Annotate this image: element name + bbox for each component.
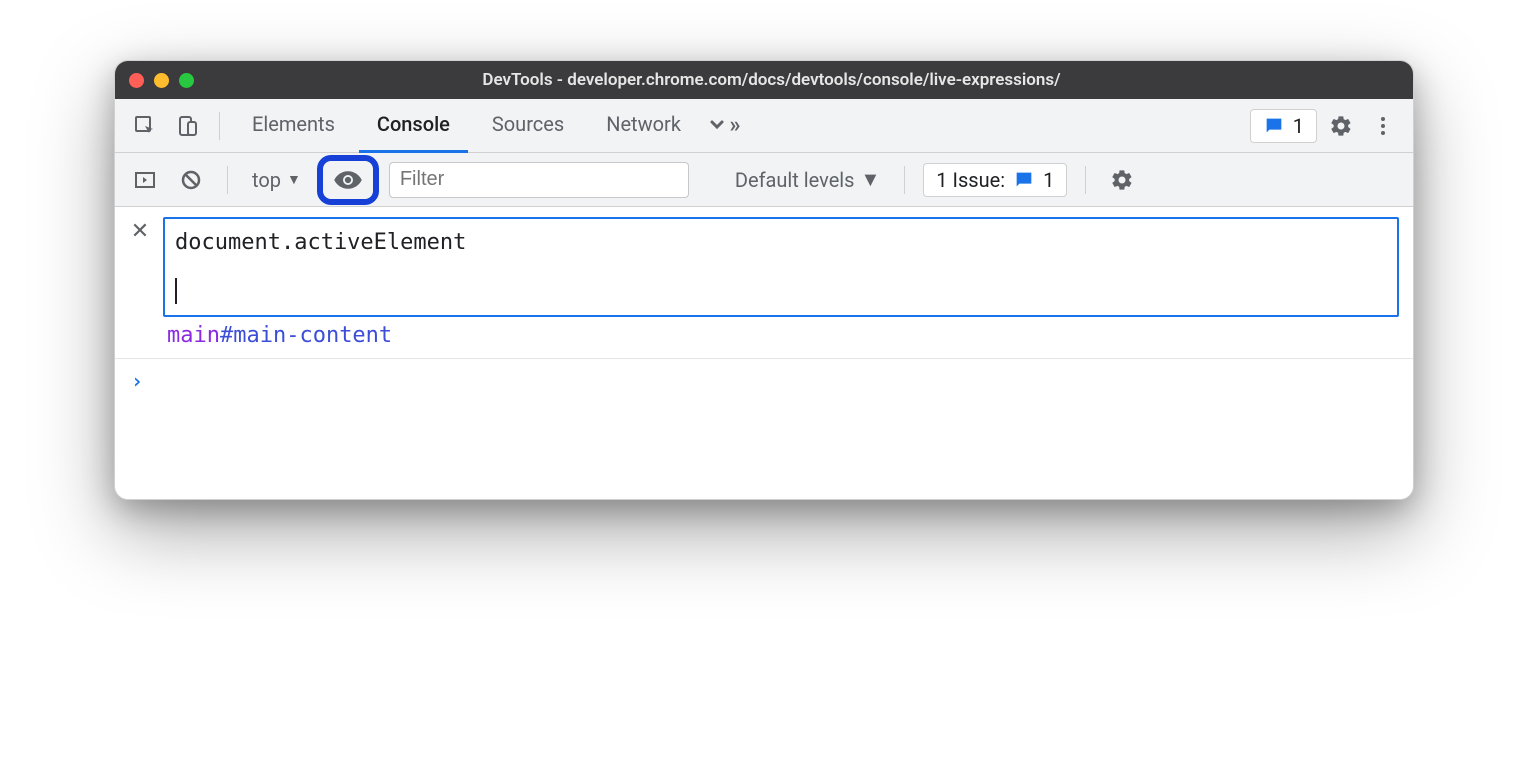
console-prompt[interactable]: › bbox=[115, 359, 1413, 499]
console-settings-icon[interactable] bbox=[1104, 162, 1140, 198]
settings-icon[interactable] bbox=[1323, 108, 1359, 144]
window-zoom-button[interactable] bbox=[179, 73, 194, 88]
context-selector[interactable]: top ▼ bbox=[246, 168, 307, 192]
separator bbox=[904, 166, 905, 194]
messages-count: 1 bbox=[1293, 114, 1304, 138]
live-expression-button[interactable] bbox=[317, 155, 379, 205]
separator bbox=[227, 166, 228, 194]
live-expression-input[interactable]: document.activeElement bbox=[163, 217, 1399, 317]
issues-chip[interactable]: 1 Issue: 1 bbox=[923, 163, 1067, 197]
message-icon bbox=[1013, 169, 1035, 191]
expression-text: document.activeElement bbox=[175, 225, 1387, 260]
remove-expression-icon[interactable]: ✕ bbox=[129, 217, 151, 244]
context-label: top bbox=[252, 168, 281, 192]
tab-sources[interactable]: Sources bbox=[474, 99, 582, 153]
prompt-caret-icon: › bbox=[131, 369, 143, 393]
toggle-sidebar-icon[interactable] bbox=[127, 162, 163, 198]
chevron-down-icon: ▼ bbox=[287, 171, 301, 188]
main-tabbar: Elements Console Sources Network » 1 bbox=[115, 99, 1413, 153]
text-caret bbox=[175, 278, 177, 304]
log-levels-select[interactable]: Default levels ▼ bbox=[729, 167, 886, 192]
chevron-down-icon: ▼ bbox=[861, 167, 881, 192]
titlebar: DevTools - developer.chrome.com/docs/dev… bbox=[115, 61, 1413, 99]
live-expression-row: ✕ document.activeElement bbox=[115, 207, 1413, 323]
inspect-element-icon[interactable] bbox=[127, 108, 163, 144]
window-close-button[interactable] bbox=[129, 73, 144, 88]
result-tag: main bbox=[167, 323, 220, 348]
clear-console-icon[interactable] bbox=[173, 162, 209, 198]
window-minimize-button[interactable] bbox=[154, 73, 169, 88]
more-tabs-icon[interactable]: » bbox=[705, 108, 741, 144]
traffic-lights bbox=[129, 73, 194, 88]
window-title: DevTools - developer.chrome.com/docs/dev… bbox=[204, 70, 1399, 90]
device-toggle-icon[interactable] bbox=[169, 108, 205, 144]
tab-console[interactable]: Console bbox=[359, 99, 468, 153]
eye-icon bbox=[333, 165, 363, 195]
live-expression-result: main#main-content bbox=[115, 323, 1413, 359]
levels-label: Default levels bbox=[735, 168, 855, 192]
console-toolbar: top ▼ Default levels ▼ 1 Issue: 1 bbox=[115, 153, 1413, 207]
tab-elements[interactable]: Elements bbox=[234, 99, 353, 153]
issues-label: 1 Issue: bbox=[936, 168, 1005, 192]
devtools-window: DevTools - developer.chrome.com/docs/dev… bbox=[114, 60, 1414, 500]
tab-network[interactable]: Network bbox=[588, 99, 699, 153]
kebab-menu-icon[interactable] bbox=[1365, 108, 1401, 144]
result-id: #main-content bbox=[220, 323, 392, 348]
issues-count: 1 bbox=[1043, 168, 1054, 192]
filter-input[interactable] bbox=[389, 162, 689, 198]
separator bbox=[219, 112, 220, 140]
separator bbox=[1085, 166, 1086, 194]
messages-chip[interactable]: 1 bbox=[1250, 109, 1317, 143]
